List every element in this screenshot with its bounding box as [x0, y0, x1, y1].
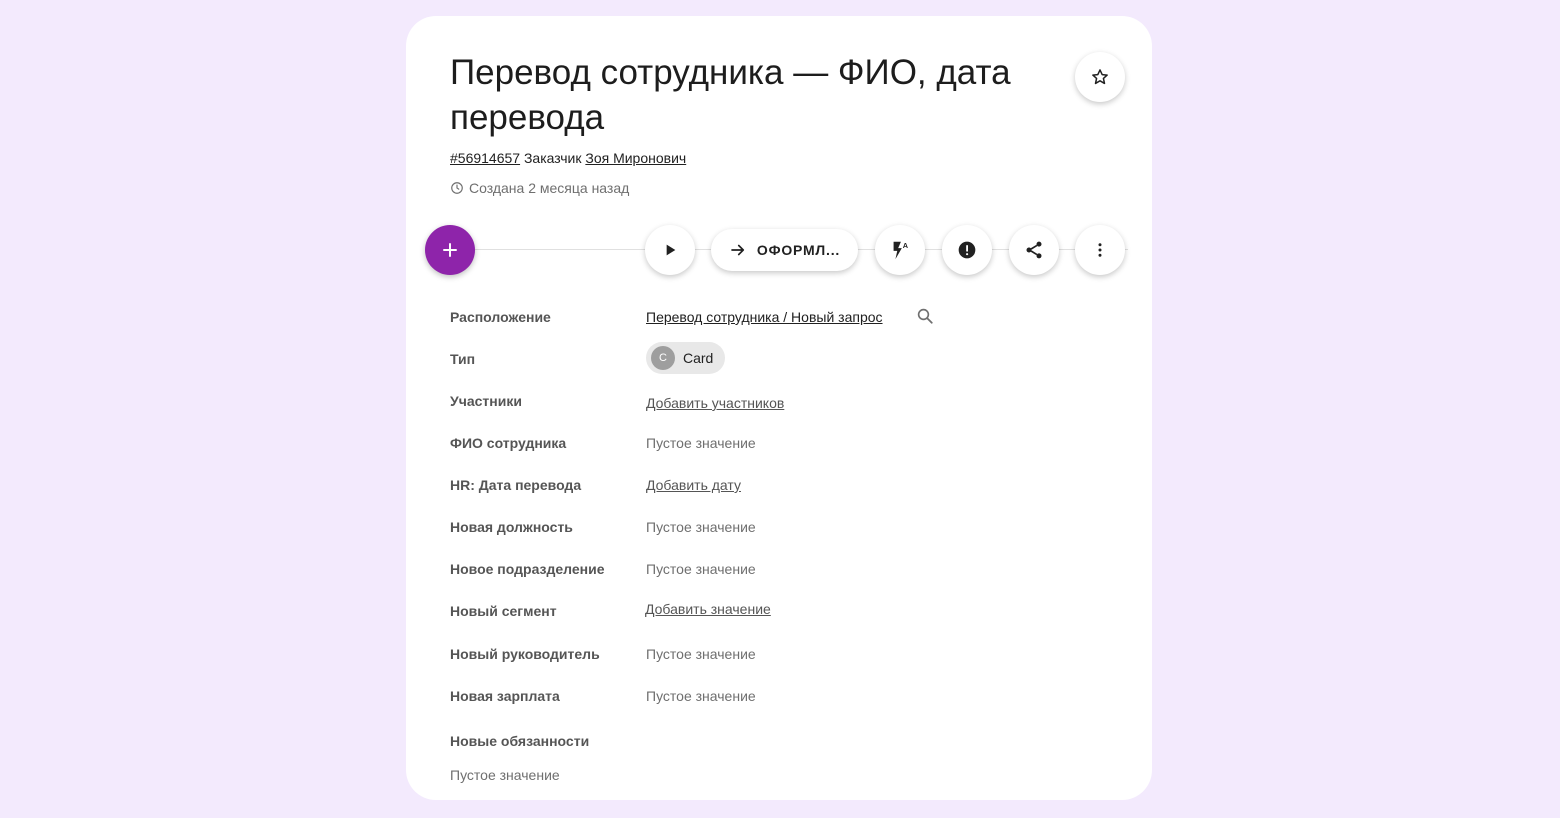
created-info: Создана 2 месяца назад: [450, 180, 629, 196]
share-icon: [1026, 241, 1042, 259]
star-icon: [1092, 69, 1108, 85]
automation-button[interactable]: A: [875, 225, 925, 275]
add-button[interactable]: [425, 225, 475, 275]
field-value-new-duties[interactable]: Пустое значение: [450, 767, 560, 783]
field-label-new-manager: Новый руководитель: [450, 646, 600, 662]
field-label-transfer-date: HR: Дата перевода: [450, 477, 582, 493]
ticket-id-link[interactable]: #56914657: [450, 150, 520, 166]
request-card: Перевод сотрудника — ФИО, дата перевода …: [406, 16, 1152, 800]
field-value-new-position[interactable]: Пустое значение: [646, 519, 756, 535]
field-value-new-department[interactable]: Пустое значение: [646, 561, 756, 577]
field-label-employee-name: ФИО сотрудника: [450, 435, 567, 451]
type-chip[interactable]: C Card: [646, 342, 726, 374]
favorite-button[interactable]: [1075, 52, 1125, 102]
customer-label: Заказчик: [523, 150, 582, 166]
add-date-link[interactable]: Добавить дату: [646, 477, 741, 493]
more-button[interactable]: [1075, 225, 1125, 275]
transition-label: ОФОРМЛ...: [756, 242, 841, 258]
type-chip-avatar: C: [651, 346, 675, 370]
field-label-new-department: Новое подразделение: [450, 561, 605, 577]
field-value-employee-name[interactable]: Пустое значение: [646, 435, 756, 451]
flash-auto-icon: A: [893, 241, 909, 260]
page-title: Перевод сотрудника — ФИО, дата перевода: [450, 53, 1011, 137]
share-button[interactable]: [1009, 225, 1059, 275]
field-label-new-salary: Новая зарплата: [450, 688, 560, 704]
plus-icon: [443, 243, 457, 257]
search-icon[interactable]: [916, 307, 934, 325]
customer-link[interactable]: Зоя Миронович: [585, 150, 686, 166]
field-label-new-segment: Новый сегмент: [450, 603, 557, 619]
add-participants-link[interactable]: Добавить участников: [646, 395, 784, 411]
start-button[interactable]: [645, 225, 695, 275]
clock-icon: [451, 182, 463, 194]
type-chip-text: Card: [683, 350, 714, 366]
created-text: Создана 2 месяца назад: [469, 180, 630, 196]
field-label-new-duties: Новые обязанности: [450, 733, 590, 749]
location-link[interactable]: Перевод сотрудника / Новый запрос: [646, 309, 883, 325]
field-label-new-position: Новая должность: [450, 519, 573, 535]
field-label-type: Тип: [450, 351, 476, 367]
alert-button[interactable]: [942, 225, 992, 275]
add-value-link[interactable]: Добавить значение: [645, 601, 771, 617]
more-vert-icon: [1098, 243, 1102, 257]
svg-text:A: A: [903, 241, 909, 250]
field-value-new-salary[interactable]: Пустое значение: [646, 688, 756, 704]
field-label-participants: Участники: [450, 393, 522, 409]
play-icon: [666, 244, 676, 256]
arrow-right-icon: [731, 244, 744, 256]
transition-button[interactable]: ОФОРМЛ...: [711, 229, 858, 271]
field-value-new-manager[interactable]: Пустое значение: [646, 646, 756, 662]
alert-icon: [958, 241, 976, 259]
field-label-location: Расположение: [450, 309, 551, 325]
request-meta: #56914657 Заказчик Зоя Миронович: [450, 150, 686, 166]
